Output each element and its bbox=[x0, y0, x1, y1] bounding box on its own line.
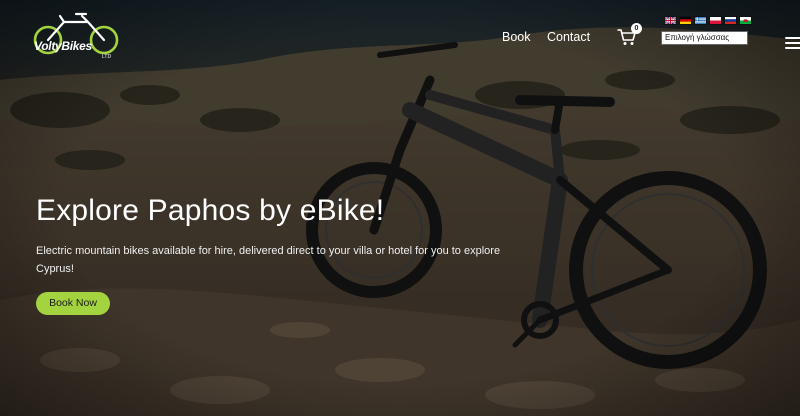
book-now-button[interactable]: Book Now bbox=[36, 292, 110, 315]
greece-flag-icon[interactable] bbox=[694, 16, 707, 25]
nav-book-link[interactable]: Book bbox=[502, 30, 531, 44]
hero-headline: Explore Paphos by eBike! bbox=[36, 194, 385, 227]
wales-flag-icon[interactable] bbox=[739, 16, 752, 25]
language-select[interactable]: Επιλογή γλώσσας bbox=[661, 31, 748, 45]
logo-wordmark: VoltyBikes bbox=[34, 39, 92, 53]
volty-bikes-logo[interactable]: VoltyBikes LTD bbox=[30, 10, 122, 66]
poland-flag-icon[interactable] bbox=[709, 16, 722, 25]
nav-contact-link[interactable]: Contact bbox=[547, 30, 590, 44]
uk-flag-icon[interactable] bbox=[664, 16, 677, 25]
hero-subtext: Electric mountain bikes available for hi… bbox=[36, 245, 501, 275]
language-flags bbox=[664, 16, 752, 27]
hamburger-menu-icon[interactable] bbox=[784, 36, 800, 50]
cart-count-badge: 0 bbox=[631, 23, 642, 34]
russia-flag-icon[interactable] bbox=[724, 16, 737, 25]
hero-section: VoltyBikes LTD Book Contact 0 Επιλογή γλ… bbox=[0, 0, 800, 416]
germany-flag-icon[interactable] bbox=[679, 16, 692, 25]
logo-suffix: LTD bbox=[102, 54, 112, 60]
